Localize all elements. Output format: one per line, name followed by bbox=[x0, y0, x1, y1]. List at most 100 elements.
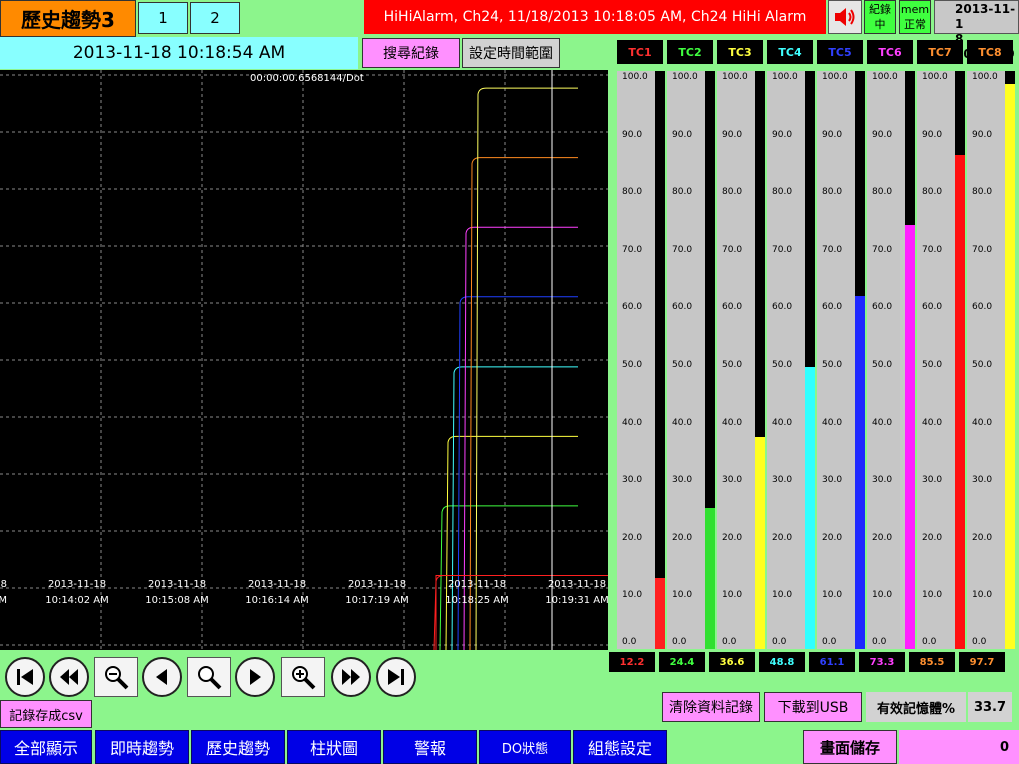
x-date-label: 2013-11-18 bbox=[248, 579, 306, 590]
gauge-tick-label: 40.0 bbox=[622, 417, 643, 428]
channel-gauge-tc1: 100.0 90.0 80.0 70.0 60.0 50.0 40.0 30.0 20.0 10.… bbox=[617, 71, 665, 649]
gauge-tick-label: 10.0 bbox=[822, 590, 843, 601]
gauge-tick-label: 100.0 bbox=[922, 72, 948, 82]
trend-chart-svg: 00:00:00.6568144/Dot -18 M 2013-11-18 10:14… bbox=[0, 70, 609, 651]
gauge-tick-label: 10.0 bbox=[972, 590, 993, 601]
nav-show-all[interactable]: 全部顯示 bbox=[0, 730, 92, 764]
gauge-tick-label: 60.0 bbox=[922, 302, 943, 313]
gauge-fill bbox=[705, 507, 715, 649]
rewind-icon bbox=[60, 669, 78, 685]
series-line-tc3 bbox=[445, 435, 578, 651]
x-time-label: 10:14:02 AM bbox=[45, 595, 109, 606]
x-time-label: 10:18:25 AM bbox=[445, 595, 509, 606]
channel-value-tc2: 24.4 bbox=[659, 652, 705, 672]
gauge-tick-label: 10.0 bbox=[722, 590, 743, 601]
rewind-button[interactable] bbox=[48, 656, 90, 698]
gauge-tick-label: 30.0 bbox=[822, 475, 843, 486]
page-2-button[interactable]: 2 bbox=[190, 2, 240, 34]
set-time-range-button[interactable]: 設定時間範圍 bbox=[462, 38, 560, 68]
channel-value-tc3: 36.6 bbox=[709, 652, 755, 672]
gauge-track bbox=[905, 71, 915, 649]
channel-value-tc4: 48.8 bbox=[759, 652, 805, 672]
gauge-tick-label: 0.0 bbox=[972, 637, 987, 647]
save-csv-button[interactable]: 記錄存成csv bbox=[0, 700, 92, 728]
gauge-tick-label: 80.0 bbox=[722, 187, 743, 198]
gauge-tick-label: 0.0 bbox=[872, 637, 887, 647]
channel-label-tc8: TC8 bbox=[967, 40, 1013, 64]
gauge-tick-label: 80.0 bbox=[872, 187, 893, 198]
zoom-button[interactable] bbox=[186, 656, 232, 698]
channel-value-tc5: 61.1 bbox=[809, 652, 855, 672]
gauge-tick-label: 20.0 bbox=[672, 532, 693, 543]
system-clock: 2013-11-18 10:19:39 bbox=[934, 0, 1019, 61]
gauge-tick-label: 100.0 bbox=[672, 72, 698, 82]
search-records-button[interactable]: 搜尋紀錄 bbox=[362, 38, 460, 68]
gauge-tick-label: 80.0 bbox=[672, 187, 693, 198]
gauge-tick-label: 40.0 bbox=[672, 417, 693, 428]
clear-records-button[interactable]: 清除資料記錄 bbox=[662, 692, 760, 722]
channel-gauge-tc6: 100.0 90.0 80.0 70.0 60.0 50.0 40.0 30.0 20.0 10.… bbox=[867, 71, 915, 649]
fast-forward-button[interactable] bbox=[330, 656, 372, 698]
zoom-in-icon bbox=[292, 666, 316, 690]
gauge-tick-label: 0.0 bbox=[622, 637, 637, 647]
trend-chart[interactable]: 00:00:00.6568144/Dot -18 M 2013-11-18 10:14… bbox=[0, 70, 609, 651]
screen-save-button[interactable]: 畫面儲存 bbox=[803, 730, 897, 764]
channel-gauge-tc5: 100.0 90.0 80.0 70.0 60.0 50.0 40.0 30.0 20.0 10.… bbox=[817, 71, 865, 649]
gauge-tick-label: 80.0 bbox=[972, 187, 993, 198]
channel-value-tc7: 85.5 bbox=[909, 652, 955, 672]
gauge-tick-label: 20.0 bbox=[922, 532, 943, 543]
gauge-tick-label: 90.0 bbox=[722, 129, 743, 140]
gauge-tick-label: 0.0 bbox=[672, 637, 687, 647]
gauge-tick-label: 50.0 bbox=[772, 360, 793, 370]
nav-realtime-trend[interactable]: 即時趨勢 bbox=[95, 730, 189, 764]
gauge-tick-label: 60.0 bbox=[872, 302, 893, 313]
gauge-tick-label: 70.0 bbox=[822, 244, 843, 255]
gauge-tick-label: 90.0 bbox=[872, 129, 893, 140]
gauge-tick-label: 0.0 bbox=[922, 637, 937, 647]
nav-do-status[interactable]: DO狀態 bbox=[479, 730, 571, 764]
gauge-track bbox=[805, 71, 815, 649]
gauge-tick-label: 0.0 bbox=[772, 637, 787, 647]
chart-grid bbox=[0, 70, 608, 650]
gauge-tick-label: 80.0 bbox=[922, 187, 943, 198]
x-time-label: 10:17:19 AM bbox=[345, 595, 409, 606]
series-line-tc2 bbox=[439, 505, 578, 651]
x-time-label: M bbox=[0, 595, 7, 606]
gauge-fill bbox=[655, 578, 665, 649]
gauge-track bbox=[855, 71, 865, 649]
nav-config[interactable]: 組態設定 bbox=[573, 730, 667, 764]
speaker-button[interactable] bbox=[828, 0, 862, 34]
gauge-tick-label: 20.0 bbox=[622, 532, 643, 543]
first-button[interactable] bbox=[4, 656, 46, 698]
nav-bar-chart[interactable]: 柱狀圖 bbox=[287, 730, 381, 764]
gauge-tick-label: 80.0 bbox=[622, 187, 643, 198]
recording-status: 紀錄中 bbox=[864, 0, 896, 34]
gauge-fill bbox=[805, 366, 815, 649]
chart-series bbox=[433, 87, 608, 651]
x-date-label: 2013-11-18 bbox=[548, 579, 606, 590]
zoom-in-button[interactable] bbox=[280, 656, 326, 698]
gauge-tick-label: 60.0 bbox=[822, 302, 843, 313]
gauge-tick-label: 50.0 bbox=[722, 360, 743, 370]
page-1-button[interactable]: 1 bbox=[138, 2, 188, 34]
gauge-tick-label: 50.0 bbox=[672, 360, 693, 370]
gauge-tick-label: 10.0 bbox=[922, 590, 943, 601]
alarm-banner[interactable]: HiHiAlarm, Ch24, 11/18/2013 10:18:05 AM,… bbox=[364, 0, 826, 34]
gauge-tick-label: 40.0 bbox=[722, 417, 743, 428]
x-date-label: 2013-11-18 bbox=[148, 579, 206, 590]
last-button[interactable] bbox=[375, 656, 417, 698]
gauge-tick-label: 60.0 bbox=[972, 302, 993, 313]
next-icon bbox=[250, 669, 261, 685]
nav-alarm[interactable]: 警報 bbox=[383, 730, 477, 764]
x-date-label: -18 bbox=[0, 579, 7, 590]
nav-history-trend[interactable]: 歷史趨勢 bbox=[191, 730, 285, 764]
gauge-track bbox=[705, 71, 715, 649]
download-usb-button[interactable]: 下載到USB bbox=[764, 692, 862, 722]
gauge-track bbox=[655, 71, 665, 649]
zoom-out-button[interactable] bbox=[93, 656, 139, 698]
next-button[interactable] bbox=[234, 656, 276, 698]
zoom-icon bbox=[198, 666, 222, 690]
gauge-tick-label: 30.0 bbox=[772, 475, 793, 486]
gauge-fill bbox=[1005, 84, 1015, 649]
prev-button[interactable] bbox=[141, 656, 183, 698]
